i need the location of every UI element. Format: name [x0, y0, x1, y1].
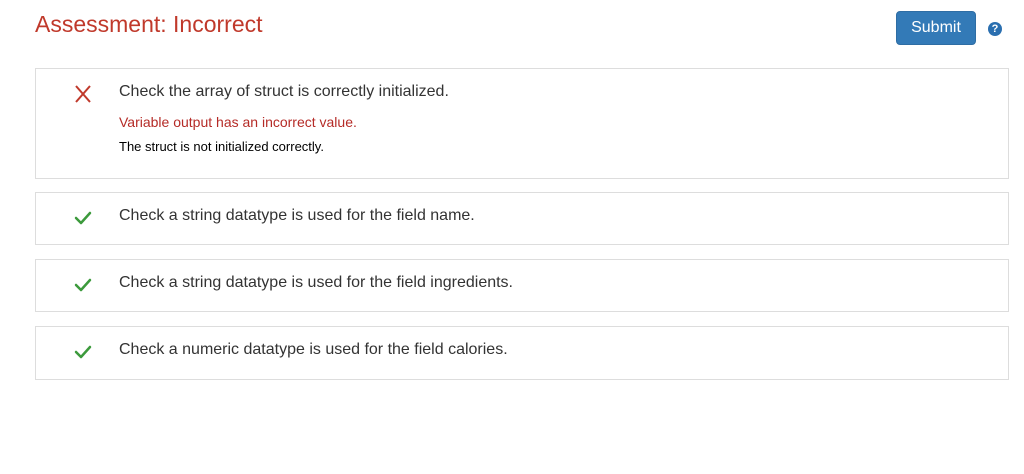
- checkmark-icon: [74, 278, 92, 292]
- cross-icon: [75, 85, 91, 103]
- help-icon[interactable]: ?: [988, 22, 1002, 36]
- check-item-field-name: Check a string datatype is used for the …: [35, 192, 1009, 245]
- check-label: Check a string datatype is used for the …: [119, 207, 475, 224]
- check-item-field-ingredients: Check a string datatype is used for the …: [35, 259, 1009, 312]
- check-label: Check a string datatype is used for the …: [119, 274, 513, 291]
- check-label: Check the array of struct is correctly i…: [119, 83, 449, 100]
- checkmark-icon: [74, 211, 92, 225]
- assessment-title: Assessment: Incorrect: [35, 11, 263, 37]
- error-detail: The struct is not initialized correctly.: [119, 139, 324, 154]
- error-message: Variable output has an incorrect value.: [119, 114, 357, 130]
- check-item-struct-initialized: Check the array of struct is correctly i…: [35, 68, 1009, 179]
- check-item-field-calories: Check a numeric datatype is used for the…: [35, 326, 1009, 380]
- check-label: Check a numeric datatype is used for the…: [119, 341, 508, 358]
- checkmark-icon: [74, 345, 92, 359]
- submit-button[interactable]: Submit: [896, 11, 976, 45]
